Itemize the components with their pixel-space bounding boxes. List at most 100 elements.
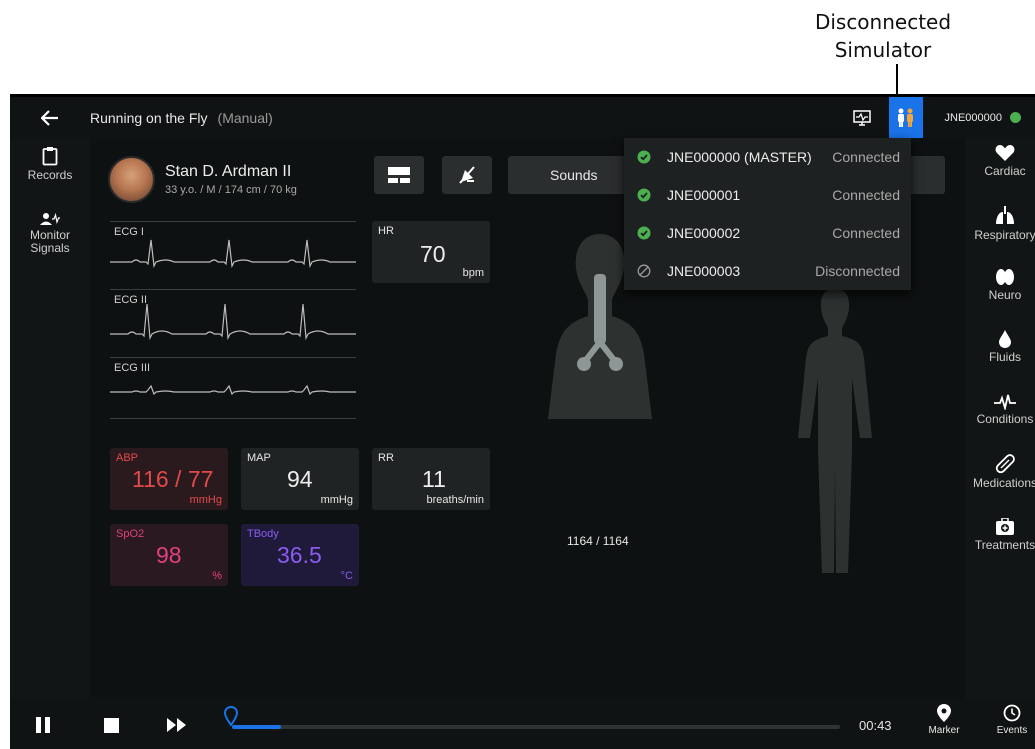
events-label: Events: [996, 725, 1028, 736]
vital-value: 11: [422, 466, 446, 492]
pause-button[interactable]: [28, 698, 58, 749]
stop-icon: [103, 717, 119, 733]
simulator-name: JNE000000 (MASTER): [667, 149, 812, 165]
sidebar-item-label: Respiratory: [974, 228, 1035, 242]
patient-header: Stan D. Ardman II 33 y.o. / M / 174 cm /…: [108, 156, 297, 203]
marker-button[interactable]: Marker: [922, 704, 966, 736]
simulator-status: Connected: [832, 225, 900, 241]
connection-status-dot: [1010, 112, 1021, 123]
sidebar-item-medications[interactable]: Medications: [965, 454, 1035, 490]
vital-abp[interactable]: ABP 116 / 77 mmHg: [110, 448, 228, 510]
vital-unit: °C: [340, 570, 353, 582]
marker-label: Marker: [928, 725, 960, 736]
body-figure[interactable]: [790, 288, 880, 578]
sidebar-item-neuro[interactable]: Neuro: [965, 268, 1035, 302]
fast-forward-icon: [167, 718, 186, 732]
app-window: Running on the Fly (Manual) JNE000000 Rec…: [10, 94, 1035, 749]
simulator-name: JNE000003: [667, 263, 741, 279]
disconnected-icon: [637, 264, 651, 278]
right-sidebar: Cardiac Respiratory Neuro Fluids Conditi…: [965, 138, 1035, 698]
check-circle-icon: [637, 188, 651, 202]
simulator-status: Connected: [832, 187, 900, 203]
callout-line-1: Disconnected: [814, 10, 952, 34]
drop-icon: [999, 330, 1011, 348]
simulator-row[interactable]: JNE000002 Connected: [624, 214, 911, 252]
vital-label: MAP: [247, 452, 271, 464]
top-bar: Running on the Fly (Manual) JNE000000: [10, 97, 1035, 138]
simulator-status: Disconnected: [815, 263, 900, 279]
ecg-waveform: [110, 239, 356, 269]
vital-label: SpO2: [116, 528, 145, 540]
patient-name: Stan D. Ardman II: [165, 163, 292, 180]
layout-button[interactable]: [374, 156, 424, 194]
vital-spo2[interactable]: SpO2 98 %: [110, 524, 228, 586]
sidebar-item-treatments[interactable]: Treatments: [965, 518, 1035, 552]
monitor-button[interactable]: [847, 97, 877, 138]
sidebar-item-fluids[interactable]: Fluids: [965, 330, 1035, 364]
timeline-track[interactable]: [232, 725, 840, 729]
check-circle-icon: [637, 226, 651, 240]
vital-label: RR: [378, 452, 394, 464]
callout-line-2: Simulator: [834, 38, 932, 62]
vital-unit: breaths/min: [426, 494, 484, 506]
ecg-waveform: [110, 384, 356, 396]
playback-bar: 00:43 Marker Events: [10, 698, 1035, 749]
simulator-row[interactable]: JNE000000 (MASTER) Connected: [624, 138, 911, 176]
vital-value: 116 / 77: [132, 466, 214, 492]
topbar-right: JNE000000: [847, 97, 1035, 138]
vital-value: 70: [420, 241, 446, 267]
brain-icon: [996, 269, 1014, 285]
left-sidebar: Records Monitor Signals: [10, 138, 90, 698]
ecg-strip-3: ECG III: [110, 357, 356, 419]
layout-icon: [388, 167, 410, 183]
timeline-marker-icon[interactable]: [224, 706, 238, 726]
vital-rr[interactable]: RR 11 breaths/min: [372, 448, 490, 510]
simulator-row[interactable]: JNE000001 Connected: [624, 176, 911, 214]
ecg-strip-2: ECG II: [110, 289, 356, 351]
sidebar-item-respiratory[interactable]: Respiratory: [965, 206, 1035, 242]
elapsed-time: 00:43: [859, 718, 892, 733]
events-button[interactable]: Events: [990, 704, 1034, 736]
simulator-row[interactable]: JNE000003 Disconnected: [624, 252, 911, 290]
vital-hr[interactable]: HR 70 bpm: [372, 221, 490, 283]
timeline-progress: [232, 725, 281, 729]
simulator-id: JNE000000: [944, 111, 1003, 124]
simulator-name: JNE000002: [667, 225, 741, 241]
vital-label: TBody: [247, 528, 279, 540]
vital-value: 98: [156, 542, 182, 568]
monitor-icon: [852, 109, 871, 126]
stop-button[interactable]: [96, 698, 126, 749]
disconnected-simulator-callout: Disconnected Simulator: [803, 8, 963, 64]
callout-pointer: [896, 64, 898, 94]
sidebar-item-label: Neuro: [988, 288, 1022, 302]
page-title: Running on the Fly (Manual): [90, 110, 273, 126]
avatar: [108, 156, 155, 203]
location-pin-icon: [937, 704, 951, 722]
fast-forward-button[interactable]: [162, 698, 192, 749]
person-pulse-icon: [40, 212, 60, 225]
sidebar-item-conditions[interactable]: Conditions: [965, 394, 1035, 426]
simulator-dropdown: JNE000000 (MASTER) Connected JNE000001 C…: [624, 138, 911, 290]
sidebar-item-label: Monitor Signals: [29, 228, 70, 255]
heart-icon: [995, 145, 1015, 161]
alarm-off-icon: [459, 166, 475, 184]
clock-icon: [1003, 704, 1021, 722]
sidebar-item-label: Records: [27, 168, 73, 182]
sidebar-item-label: Fluids: [988, 350, 1021, 364]
sidebar-item-label: Cardiac: [984, 164, 1026, 178]
sidebar-item-cardiac[interactable]: Cardiac: [965, 144, 1035, 178]
check-circle-icon: [637, 150, 651, 164]
simulator-button[interactable]: [888, 97, 923, 138]
vital-unit: bpm: [462, 267, 484, 279]
clipboard-icon: [42, 147, 58, 166]
sidebar-item-monitor-signals[interactable]: Monitor Signals: [10, 212, 90, 255]
mute-alarms-button[interactable]: [442, 156, 492, 194]
ecg-waveform: [110, 303, 356, 341]
sidebar-item-label: Medications: [972, 476, 1035, 490]
sidebar-item-records[interactable]: Records: [10, 146, 90, 182]
vital-unit: mmHg: [320, 494, 353, 506]
back-button[interactable]: [10, 97, 90, 138]
vital-map[interactable]: MAP 94 mmHg: [241, 448, 359, 510]
medkit-icon: [996, 518, 1014, 535]
vital-tbody[interactable]: TBody 36.5 °C: [241, 524, 359, 586]
